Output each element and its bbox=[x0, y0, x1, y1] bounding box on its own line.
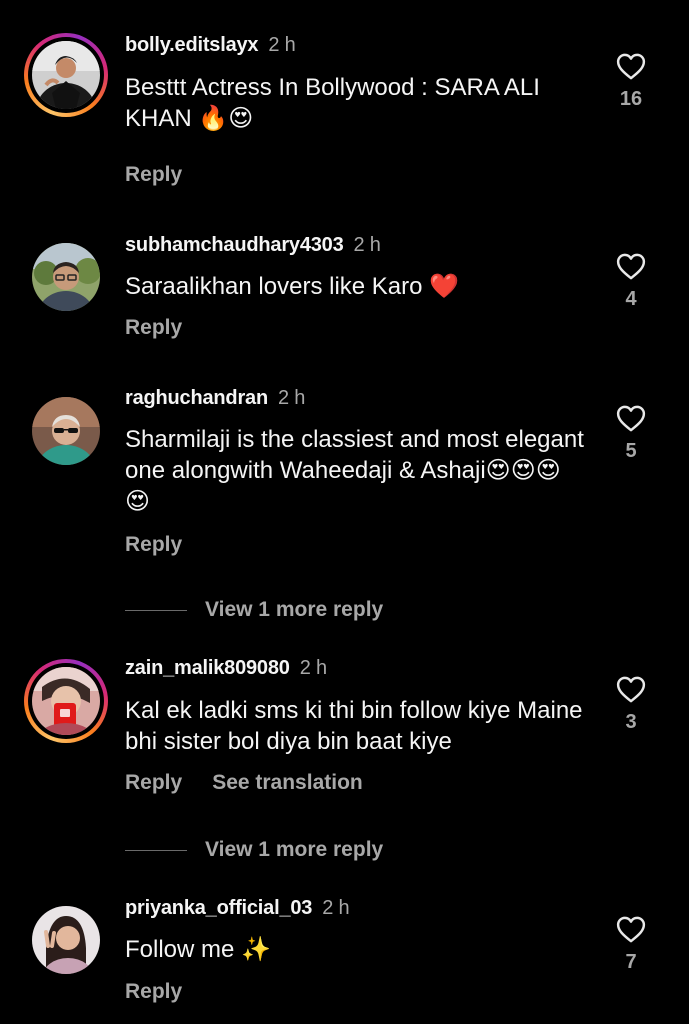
username[interactable]: zain_malik809080 bbox=[125, 657, 290, 679]
comment-actions: Reply bbox=[125, 980, 212, 1004]
heart-icon[interactable] bbox=[616, 53, 646, 80]
see-translation-button[interactable]: See translation bbox=[212, 771, 363, 794]
like-control: 5 bbox=[607, 405, 655, 463]
like-count: 7 bbox=[625, 951, 637, 973]
username[interactable]: subhamchaudhary4303 bbox=[125, 234, 344, 256]
comment-text: Kal ek ladki sms ki thi bin follow kiye … bbox=[125, 697, 583, 755]
heart-icon[interactable] bbox=[616, 405, 646, 432]
avatar-frame[interactable] bbox=[24, 898, 108, 982]
view-more-replies[interactable]: View 1 more reply bbox=[125, 838, 383, 862]
comment-actions: Reply See translation bbox=[125, 771, 393, 795]
timestamp: 2 h bbox=[299, 657, 327, 679]
timestamp: 2 h bbox=[322, 897, 350, 919]
reply-button[interactable]: Reply bbox=[125, 771, 182, 794]
comment-text: Sharmilaji is the classiest and most ele… bbox=[125, 426, 584, 515]
man-with-sunglasses-avatar bbox=[32, 397, 100, 465]
avatar-story-ring[interactable] bbox=[24, 659, 108, 743]
heart-icon[interactable] bbox=[616, 253, 646, 280]
comment-header: zain_malik809080 2 h bbox=[125, 657, 327, 680]
username[interactable]: bolly.editslayx bbox=[125, 34, 259, 56]
reply-button[interactable]: Reply bbox=[125, 533, 182, 556]
timestamp: 2 h bbox=[268, 34, 296, 56]
comment-header: raghuchandran 2 h bbox=[125, 387, 305, 410]
comment-header: priyanka_official_03 2 h bbox=[125, 897, 350, 920]
reply-button[interactable]: Reply bbox=[125, 980, 182, 1003]
comment-header: bolly.editslayx 2 h bbox=[125, 34, 296, 57]
like-control: 3 bbox=[607, 676, 655, 734]
like-count: 5 bbox=[625, 440, 637, 462]
reply-button[interactable]: Reply bbox=[125, 163, 182, 186]
woman-peace-sign-avatar bbox=[32, 906, 100, 974]
comment-text: Besttt Actress In Bollywood : SARA ALI K… bbox=[125, 74, 540, 132]
person-with-red-phone-avatar bbox=[32, 667, 100, 735]
timestamp: 2 h bbox=[277, 387, 306, 409]
divider-line bbox=[125, 849, 187, 851]
like-control: 16 bbox=[607, 53, 655, 111]
like-count: 3 bbox=[625, 711, 637, 733]
avatar-story-ring[interactable] bbox=[24, 33, 108, 117]
heart-icon[interactable] bbox=[616, 916, 646, 943]
man-in-black-jacket-avatar bbox=[32, 41, 100, 109]
view-more-label: View 1 more reply bbox=[205, 838, 384, 861]
comment-text: Saraalikhan lovers like Karo ❤️ bbox=[125, 273, 460, 300]
reply-button[interactable]: Reply bbox=[125, 316, 182, 339]
view-more-replies[interactable]: View 1 more reply bbox=[125, 598, 383, 622]
timestamp: 2 h bbox=[353, 234, 381, 256]
comment-header: subhamchaudhary4303 2 h bbox=[125, 234, 381, 257]
view-more-label: View 1 more reply bbox=[205, 598, 384, 621]
heart-icon[interactable] bbox=[616, 676, 646, 703]
comment-actions: Reply bbox=[125, 316, 212, 340]
comment-actions: Reply bbox=[125, 533, 212, 557]
avatar-frame[interactable] bbox=[24, 389, 108, 473]
avatar-frame[interactable] bbox=[24, 235, 108, 319]
username[interactable]: raghuchandran bbox=[125, 387, 268, 409]
divider-line bbox=[125, 609, 187, 611]
username[interactable]: priyanka_official_03 bbox=[125, 897, 312, 919]
comment-text: Follow me ✨ bbox=[125, 936, 271, 963]
comment-actions: Reply bbox=[125, 163, 212, 187]
like-count: 16 bbox=[619, 88, 643, 110]
like-control: 4 bbox=[607, 253, 655, 311]
like-control: 7 bbox=[607, 916, 655, 974]
like-count: 4 bbox=[625, 288, 637, 310]
man-with-glasses-avatar bbox=[32, 243, 100, 311]
